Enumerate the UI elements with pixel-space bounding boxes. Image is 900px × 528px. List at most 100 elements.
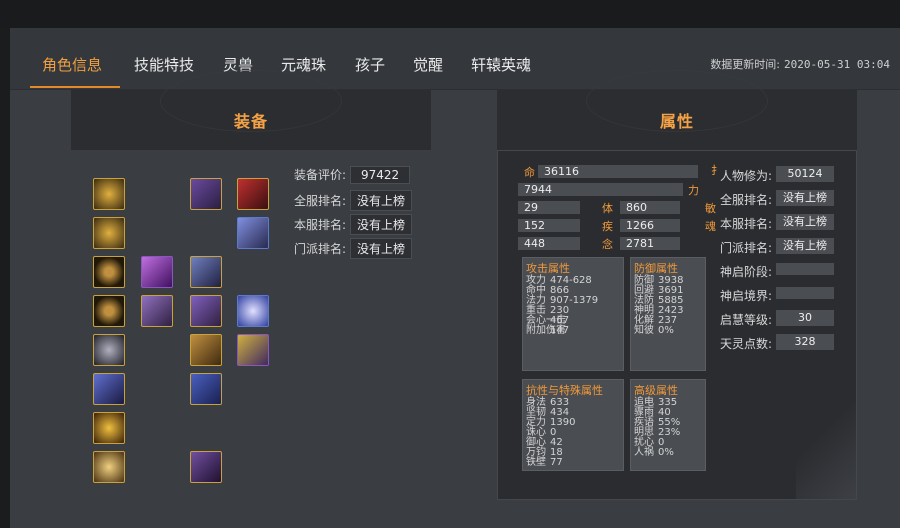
- equip-slot-figure-icon[interactable]: [237, 217, 269, 249]
- resist-title: 抗性与特殊属性: [526, 384, 603, 397]
- tab-skills[interactable]: 技能特技: [134, 54, 194, 75]
- all-rank-label: 全服排名:: [720, 193, 773, 207]
- equip-slot-bell-icon[interactable]: [237, 334, 269, 366]
- attack-row: 附加伤害147: [523, 326, 623, 336]
- ji-value: 1266: [620, 219, 680, 232]
- server-rank-label: 本服排名:: [720, 217, 773, 231]
- stat-a: 29: [518, 201, 580, 214]
- equip-slot-bracelet-icon[interactable]: [93, 334, 125, 366]
- attributes-header: 属性: [497, 90, 857, 150]
- tq-stage-label: 神启阶段:: [720, 265, 773, 279]
- stat-c: 448: [518, 237, 580, 250]
- equip-slot-amulet-icon[interactable]: [93, 217, 125, 249]
- tq-realm-value: [776, 287, 834, 299]
- attack-box: 攻击属性 攻力 474-628 命中 866 法力 907-1379 重击 230 会心一击46…: [522, 257, 624, 371]
- equip-all-rank-row: 全服排名: 没有上榜: [294, 190, 413, 211]
- side-label-2: 敏: [705, 202, 716, 215]
- equip-slot-head-icon[interactable]: [93, 178, 125, 210]
- tq-stage-value: [776, 263, 834, 275]
- equip-slot-armor-icon[interactable]: [190, 256, 222, 288]
- advanced-row-value: 0%: [658, 447, 674, 458]
- equip-server-rank-value: 没有上榜: [350, 214, 413, 235]
- ti-label: 体: [602, 202, 613, 215]
- defense-row-label: 知彼: [634, 325, 654, 336]
- cultivation-label: 人物修为:: [720, 169, 773, 183]
- side-label-3: 魂: [705, 220, 716, 233]
- nian-label: 念: [602, 238, 613, 251]
- equip-all-rank-label: 全服排名:: [294, 194, 347, 208]
- equip-score-value: 97422: [350, 166, 411, 184]
- defense-row: 知彼 0%: [631, 326, 705, 336]
- equip-slot-necklace-icon[interactable]: [93, 412, 125, 444]
- equip-server-rank-row: 本服排名: 没有上榜: [294, 214, 413, 235]
- equip-slot-orb-icon[interactable]: [237, 295, 269, 327]
- equip-slot-talisman-icon[interactable]: [93, 451, 125, 483]
- sect-rank-label: 门派排名:: [720, 241, 773, 255]
- equip-slot-wing-icon[interactable]: [141, 295, 173, 327]
- all-rank-value: 没有上榜: [776, 190, 834, 206]
- equip-slot-weapon-icon[interactable]: [190, 178, 222, 210]
- update-time-value: 2020-05-31 03:04: [784, 58, 890, 71]
- tq-realm-label: 神启境界:: [720, 289, 773, 303]
- equip-slot-ring2-icon[interactable]: [93, 295, 125, 327]
- equipment-header: 装备: [71, 90, 431, 150]
- cultivation-value: 50124: [776, 166, 834, 182]
- equip-slot-belt-icon[interactable]: [190, 334, 222, 366]
- equip-server-rank-label: 本服排名:: [294, 218, 347, 232]
- ji-label: 疾: [602, 220, 613, 233]
- equip-slot-staff-icon[interactable]: [237, 178, 269, 210]
- tab-role-info[interactable]: 角色信息: [42, 54, 102, 75]
- attributes-title: 属性: [659, 112, 694, 131]
- nian-value: 2781: [620, 237, 680, 250]
- active-tab-indicator: [30, 86, 120, 88]
- server-rank-value: 没有上榜: [776, 214, 834, 230]
- hp-bar: 36116: [538, 165, 698, 178]
- equip-score-label: 装备评价:: [294, 168, 347, 182]
- equip-score-row: 装备评价: 97422: [294, 166, 411, 184]
- advanced-row: 人祸 0%: [631, 448, 705, 458]
- equip-slot-shoulder-icon[interactable]: [93, 373, 125, 405]
- sect-rank-value: 没有上榜: [776, 238, 834, 254]
- stat-b: 152: [518, 219, 580, 232]
- tab-children[interactable]: 孩子: [355, 54, 385, 75]
- tab-xuanyuan[interactable]: 轩辕英魂: [471, 54, 531, 75]
- update-time: 数据更新时间: 2020-05-31 03:04: [710, 56, 890, 72]
- equip-all-rank-value: 没有上榜: [350, 190, 413, 211]
- equipment-title: 装备: [233, 112, 268, 131]
- tab-awaken[interactable]: 觉醒: [413, 54, 443, 75]
- attack-title: 攻击属性: [526, 262, 570, 275]
- equip-slot-pants-icon[interactable]: [190, 373, 222, 405]
- tianling-value: 328: [776, 334, 834, 350]
- mp-bar: 7944: [518, 183, 683, 196]
- equip-slot-robe-icon[interactable]: [190, 295, 222, 327]
- enlight-label: 启慧等级:: [720, 313, 773, 327]
- ti-value: 860: [620, 201, 680, 214]
- advanced-title: 高级属性: [634, 384, 678, 397]
- resist-box: 抗性与特殊属性 身法 633 坚韧 434 定力 1390 诛心 0 御心 42 万钧 18 铁壁 77: [522, 379, 624, 471]
- defense-row-value: 0%: [658, 325, 674, 336]
- power-label: 力: [688, 184, 699, 197]
- defense-title: 防御属性: [634, 262, 678, 275]
- resist-row: 铁壁 77: [523, 458, 623, 468]
- attack-row-value: 147: [550, 325, 570, 336]
- defense-box: 防御属性 防御 3938 回避 3691 法防 5885 神明 2423 化解 237 知彼 0%: [630, 257, 706, 371]
- decorative-branch: [796, 389, 856, 499]
- advanced-box: 高级属性 追电 335 骤雨 40 疾语 55% 明思 23% 扰心 0 人祸 0%: [630, 379, 706, 471]
- resist-row-value: 77: [550, 457, 563, 468]
- advanced-row-label: 人祸: [634, 447, 654, 458]
- equip-sect-rank-value: 没有上榜: [350, 238, 413, 259]
- equip-slot-boots-icon[interactable]: [190, 451, 222, 483]
- tianling-label: 天灵点数:: [720, 337, 773, 351]
- main-frame: 角色信息 技能特技 灵兽 元魂珠 孩子 觉醒 轩辕英魂 数据更新时间: 2020-…: [10, 28, 900, 528]
- attack-row-label: 附加伤害: [526, 325, 566, 336]
- hp-label: 命: [524, 166, 535, 179]
- top-bar: [0, 0, 900, 28]
- attributes-panel: 命 36116 扌 7944 力 29 体 860 敏 152 疾 1266 魂…: [497, 150, 857, 500]
- resist-row-label: 铁壁: [526, 457, 546, 468]
- equip-slot-feather-icon[interactable]: [141, 256, 173, 288]
- equip-sect-rank-label: 门派排名:: [294, 242, 347, 256]
- tab-bar: 角色信息 技能特技 灵兽 元魂珠 孩子 觉醒 轩辕英魂 数据更新时间: 2020-…: [10, 28, 900, 90]
- enlight-value: 30: [776, 310, 834, 326]
- equip-sect-rank-row: 门派排名: 没有上榜: [294, 238, 413, 259]
- equip-slot-ring-icon[interactable]: [93, 256, 125, 288]
